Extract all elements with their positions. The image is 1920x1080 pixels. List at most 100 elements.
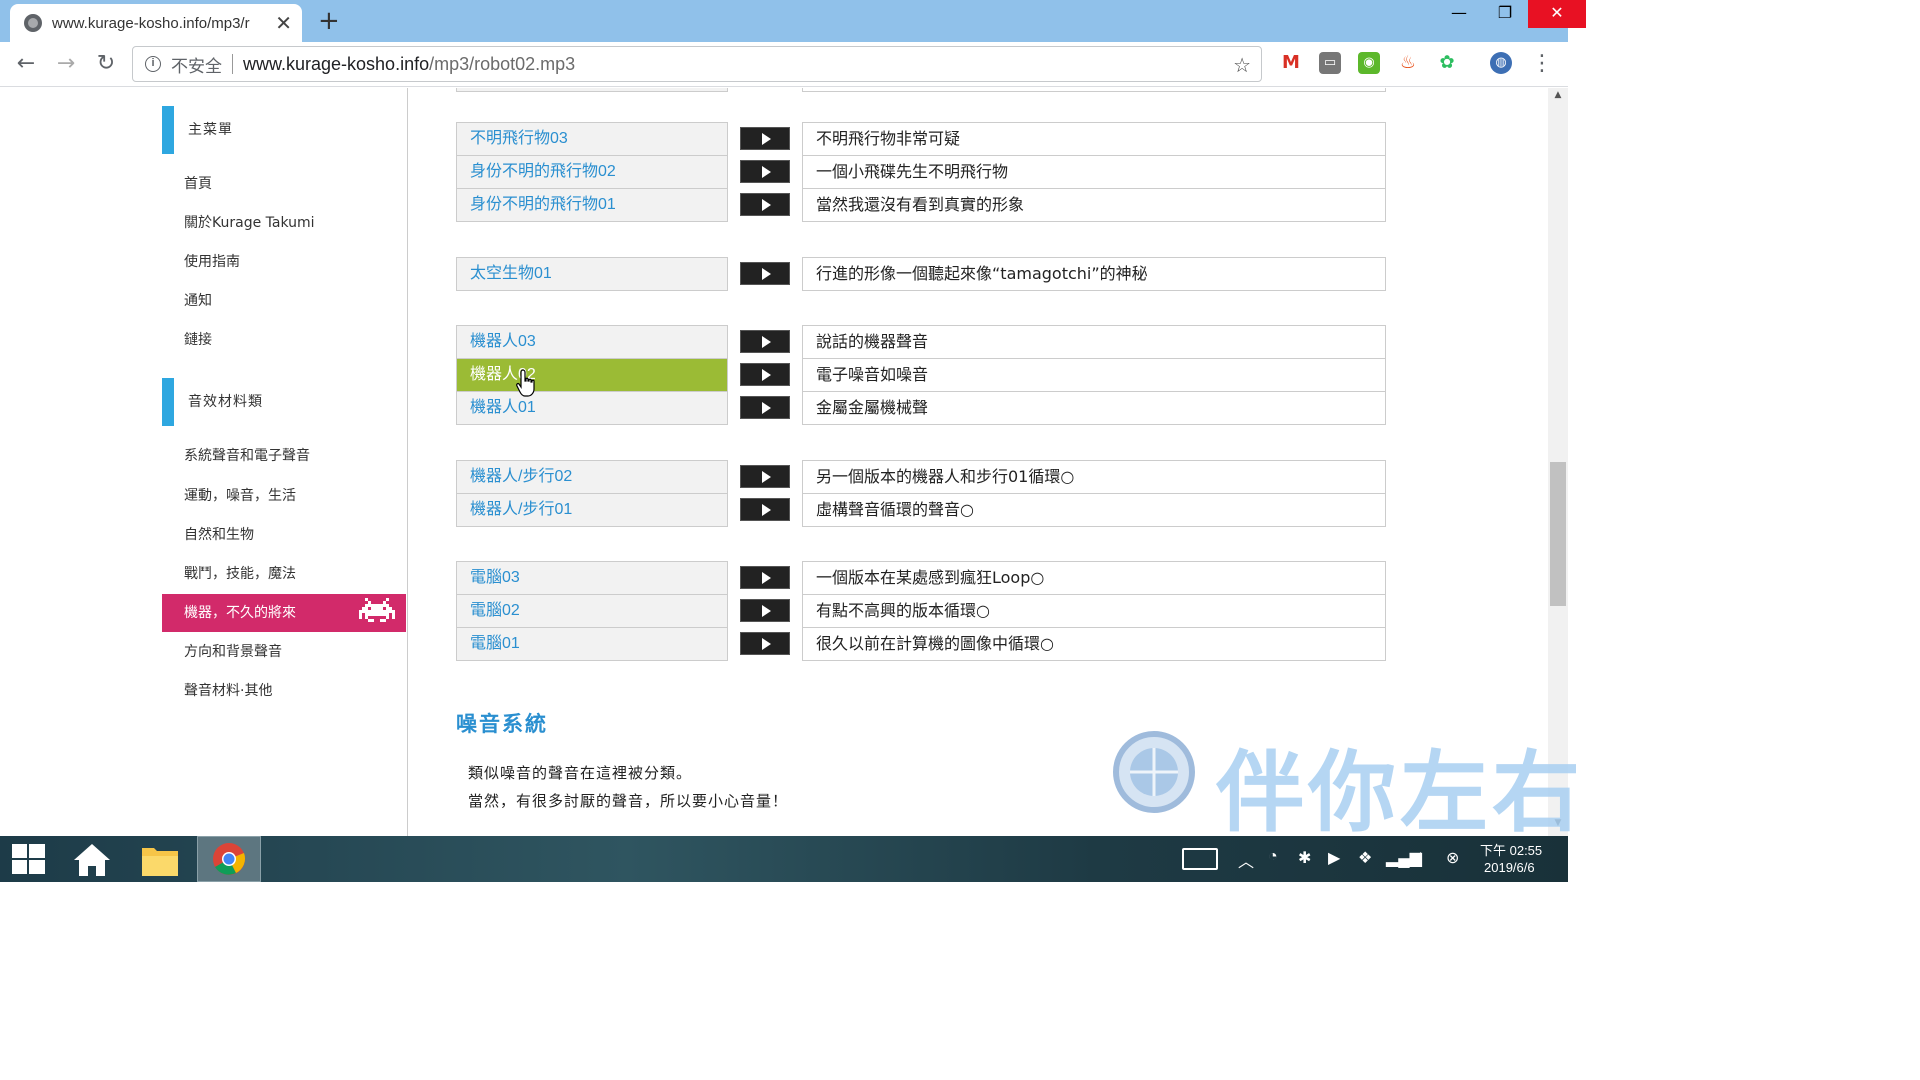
sidebar-item-system-sounds[interactable]: 系統聲音和電子聲音 — [184, 445, 310, 465]
sound-desc-cell — [802, 88, 1386, 92]
restore-button[interactable]: ❐ — [1482, 0, 1528, 28]
sound-name-cell[interactable] — [456, 88, 728, 92]
sound-name-link[interactable]: 機器人01 — [456, 391, 728, 425]
home-icon[interactable] — [62, 836, 122, 882]
sidebar-item-label: 機器，不久的將來 — [184, 605, 296, 621]
play-button[interactable] — [740, 262, 790, 285]
tab-close-icon[interactable]: ✕ — [275, 13, 292, 33]
noise-section-text-2: 當然，有很多討厭的聲音，所以要小心音量！ — [468, 792, 789, 810]
noise-section-text-1: 類似噪音的聲音在這裡被分類。 — [468, 764, 693, 782]
new-tab-button[interactable]: + — [318, 6, 340, 36]
chrome-taskbar-button[interactable] — [197, 836, 261, 882]
sidebar-item-direction-bg[interactable]: 方向和背景聲音 — [184, 641, 282, 661]
browser-tab[interactable]: www.kurage-kosho.info/mp3/r ✕ — [10, 4, 302, 42]
sound-desc-cell: 一個小飛碟先生不明飛行物 — [802, 155, 1386, 189]
sound-desc-cell: 另一個版本的機器人和步行01循環○ — [802, 460, 1386, 494]
play-button[interactable] — [740, 396, 790, 419]
sound-name-link[interactable]: 不明飛行物03 — [456, 122, 728, 156]
table-row: 機器人/步行02 另一個版本的機器人和步行01循環○ — [456, 460, 1386, 494]
reload-icon[interactable]: ↻ — [92, 50, 120, 78]
play-button[interactable] — [740, 566, 790, 589]
sound-name-link-active[interactable]: 機器人02 — [456, 358, 728, 392]
keyboard-icon[interactable] — [1182, 848, 1218, 870]
sound-name-link[interactable]: 機器人/步行01 — [456, 493, 728, 527]
sidebar-item-nature[interactable]: 自然和生物 — [184, 524, 254, 544]
table-row: 電腦01 很久以前在計算機的圖像中循環○ — [456, 627, 1386, 661]
info-icon[interactable]: i — [145, 56, 161, 72]
sound-name-link[interactable]: 電腦03 — [456, 561, 728, 595]
play-button[interactable] — [740, 363, 790, 386]
windows-start-icon[interactable] — [0, 836, 60, 882]
gmail-icon[interactable]: M — [1280, 52, 1302, 74]
sidebar-item-machines-active[interactable]: 機器，不久的將來 — [162, 594, 406, 632]
sound-desc-cell: 有點不高興的版本循環○ — [802, 594, 1386, 628]
page-content: 主菜單 首頁 關於Kurage Takumi 使用指南 通知 鏈接 音效材料類 … — [0, 88, 1548, 836]
sound-desc-cell: 說話的機器聲音 — [802, 325, 1386, 359]
taskbar: ︿ ◔ ✱ ▶ ❖ ▂▄▆ 🔈︎ ⊗ 下午 02:55 2019/6/6 — [0, 836, 1568, 882]
table-row: 身份不明的飛行物01 當然我還沒有看到真實的形象 — [456, 188, 1386, 222]
sidebar-item-battle[interactable]: 戰鬥，技能，魔法 — [184, 563, 296, 583]
noise-section-title: 噪音系統 — [456, 712, 548, 736]
table-row: 身份不明的飛行物02 一個小飛碟先生不明飛行物 — [456, 155, 1386, 189]
sound-name-link[interactable]: 身份不明的飛行物01 — [456, 188, 728, 222]
sound-desc-cell: 一個版本在某處感到瘋狂Loop○ — [802, 561, 1386, 595]
vertical-scrollbar[interactable]: ▲ ▼ — [1548, 88, 1568, 836]
play-button[interactable] — [740, 599, 790, 622]
sound-desc-cell: 虛構聲音循環的聲音○ — [802, 493, 1386, 527]
volume-icon[interactable]: 🔈︎ — [1416, 848, 1426, 866]
main-menu-heading: 主菜單 — [162, 106, 362, 154]
play-button[interactable] — [740, 330, 790, 353]
taskbar-time[interactable]: 下午 02:55 — [1480, 840, 1542, 859]
play-button[interactable] — [740, 193, 790, 216]
sidebar-item-notice[interactable]: 通知 — [184, 290, 212, 310]
forward-icon[interactable]: → — [52, 50, 80, 78]
sidebar-item-other[interactable]: 聲音材料·其他 — [184, 680, 272, 700]
frog-icon[interactable]: ◉ — [1358, 52, 1380, 74]
play-button[interactable] — [740, 465, 790, 488]
play-button[interactable] — [740, 498, 790, 521]
sidebar-item-home[interactable]: 首頁 — [184, 173, 212, 193]
back-icon[interactable]: ← — [12, 50, 40, 78]
taskbar-date[interactable]: 2019/6/6 — [1484, 860, 1535, 875]
scroll-thumb[interactable] — [1550, 462, 1566, 606]
minimize-button[interactable]: — — [1436, 0, 1482, 28]
window-controls: — ❐ ✕ — [1436, 0, 1586, 28]
profile-avatar-icon[interactable]: ◍ — [1490, 52, 1512, 74]
sound-name-link[interactable]: 太空生物01 — [456, 257, 728, 291]
sound-desc-cell: 不明飛行物非常可疑 — [802, 122, 1386, 156]
fire-icon[interactable]: ♨ — [1397, 52, 1419, 74]
sound-name-link[interactable]: 電腦02 — [456, 594, 728, 628]
sidebar-item-about[interactable]: 關於Kurage Takumi — [184, 212, 315, 232]
media-icon[interactable]: ▶ — [1328, 848, 1340, 868]
dropbox-icon[interactable]: ❖ — [1358, 848, 1372, 868]
scroll-down-arrow-icon[interactable]: ▼ — [1548, 818, 1568, 834]
sound-name-link[interactable]: 機器人03 — [456, 325, 728, 359]
hand-cursor-icon — [516, 369, 535, 397]
house-shape — [74, 844, 110, 876]
play-button[interactable] — [740, 160, 790, 183]
main-content: 不明飛行物03 不明飛行物非常可疑 身份不明的飛行物02 一個小飛碟先生不明飛行… — [408, 88, 1548, 836]
bookmark-star-icon[interactable]: ☆ — [1233, 53, 1251, 78]
sidebar-item-guide[interactable]: 使用指南 — [184, 251, 240, 271]
sidebar-item-movement-noise[interactable]: 運動，噪音，生活 — [184, 485, 296, 505]
tray-expand-icon[interactable]: ︿ — [1238, 848, 1254, 872]
file-explorer-icon[interactable] — [130, 836, 190, 882]
scroll-up-arrow-icon[interactable]: ▲ — [1548, 90, 1568, 106]
play-button[interactable] — [740, 632, 790, 655]
sidebar-item-links[interactable]: 鏈接 — [184, 329, 212, 349]
close-window-button[interactable]: ✕ — [1528, 0, 1586, 28]
table-row: 電腦03 一個版本在某處感到瘋狂Loop○ — [456, 561, 1386, 595]
sound-name-link[interactable]: 電腦01 — [456, 627, 728, 661]
evernote-icon[interactable]: ✿ — [1436, 52, 1458, 74]
globe-icon — [24, 14, 42, 32]
sound-name-link[interactable]: 身份不明的飛行物02 — [456, 155, 728, 189]
line-icon[interactable]: ▭ — [1319, 52, 1341, 74]
play-button[interactable] — [740, 127, 790, 150]
insecure-label: 不安全 — [171, 56, 222, 77]
sound-name-link[interactable]: 機器人/步行02 — [456, 460, 728, 494]
tray-app-icon[interactable]: ◔ — [1268, 848, 1278, 866]
address-bar[interactable]: i 不安全 www.kurage-kosho.info /mp3/robot02… — [132, 46, 1262, 82]
menu-kebab-icon[interactable]: ⋮ — [1528, 50, 1556, 78]
network-off-icon[interactable]: ⊗ — [1446, 848, 1459, 868]
bluetooth-icon[interactable]: ✱ — [1298, 848, 1311, 868]
